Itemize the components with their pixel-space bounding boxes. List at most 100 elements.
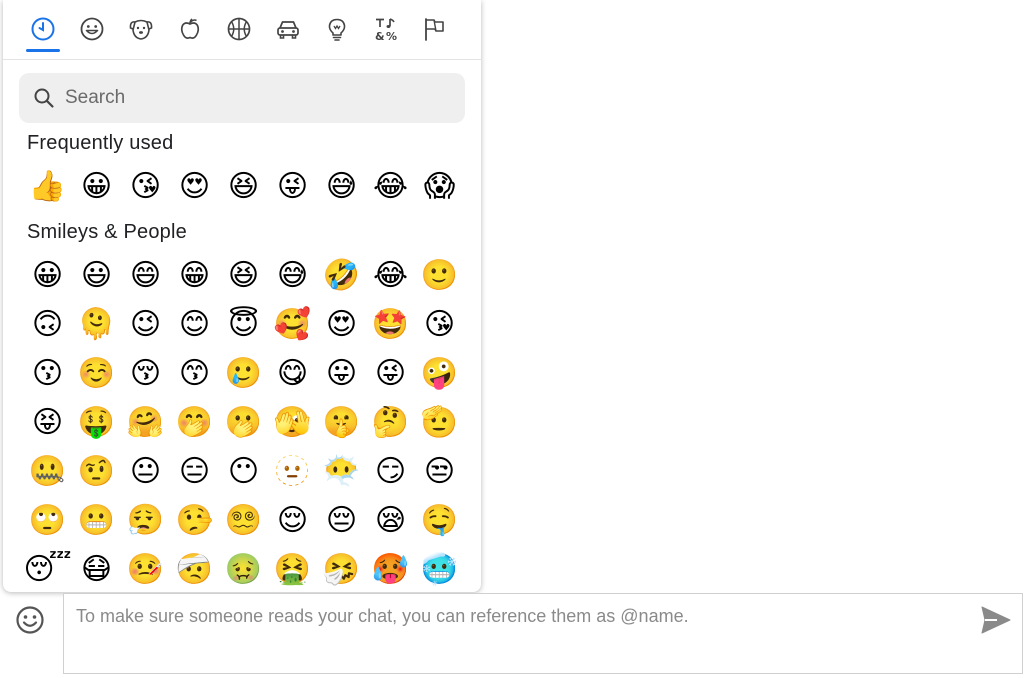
emoji-button[interactable]: 🤣 — [317, 251, 366, 300]
tab-objects[interactable] — [317, 12, 357, 50]
emoji-button[interactable]: 😮‍💨 — [121, 496, 170, 545]
emoji-button[interactable]: 😙 — [170, 349, 219, 398]
emoji-button[interactable]: 😇 — [219, 300, 268, 349]
emoji-button[interactable]: 😶‍🌫️ — [317, 447, 366, 496]
emoji-button[interactable]: 🫡 — [415, 398, 464, 447]
emoji-button[interactable]: 😍 — [170, 162, 219, 211]
emoji-button[interactable]: 😘 — [415, 300, 464, 349]
tab-activities[interactable] — [219, 12, 259, 50]
emoji-button[interactable]: 😘 — [121, 162, 170, 211]
emoji-button[interactable]: 🥵 — [366, 545, 415, 592]
emoji-search-box[interactable] — [19, 73, 465, 123]
emoji-button[interactable]: 🤭 — [170, 398, 219, 447]
emoji-button[interactable]: 🤩 — [366, 300, 415, 349]
emoji-button[interactable]: 🤑 — [72, 398, 121, 447]
emoji-button[interactable]: ☺️ — [72, 349, 121, 398]
emoji-button[interactable]: 😝 — [23, 398, 72, 447]
car-icon — [277, 21, 299, 39]
tab-animals[interactable] — [121, 12, 161, 50]
emoji-button[interactable]: 😊 — [170, 300, 219, 349]
emoji-search-input[interactable] — [63, 82, 447, 114]
chat-compose-box[interactable] — [63, 593, 1023, 674]
tab-food[interactable] — [170, 12, 210, 50]
emoji-grid-frequently-used: 👍 😀 😘 😍 😆 😜 😅 😂 😱 — [23, 162, 481, 211]
tab-flags[interactable] — [415, 12, 455, 50]
emoji-button[interactable]: 😆 — [219, 162, 268, 211]
chat-message-input[interactable] — [74, 604, 968, 668]
emoji-button[interactable]: 😱 — [415, 162, 464, 211]
emoji-button[interactable]: 😋 — [268, 349, 317, 398]
emoji-button[interactable]: 🙄 — [23, 496, 72, 545]
emoji-button[interactable]: 😆 — [219, 251, 268, 300]
emoji-button[interactable]: 🤮 — [268, 545, 317, 592]
emoji-button[interactable]: 😚 — [121, 349, 170, 398]
symbols-icon: & % — [375, 18, 397, 42]
emoji-button[interactable]: 😵‍💫 — [219, 496, 268, 545]
emoji-button[interactable]: 🤧 — [317, 545, 366, 592]
emoji-button[interactable]: 😂 — [366, 162, 415, 211]
emoji-button[interactable]: 🫥 — [268, 447, 317, 496]
emoji-button[interactable]: 🙂 — [415, 251, 464, 300]
emoji-button[interactable]: 😍 — [317, 300, 366, 349]
lightbulb-icon — [328, 18, 346, 41]
emoji-button[interactable]: 🤕 — [170, 545, 219, 592]
emoji-button[interactable]: 🫣 — [268, 398, 317, 447]
emoji-button[interactable]: 🤗 — [121, 398, 170, 447]
tab-recent[interactable] — [23, 12, 63, 52]
emoji-button[interactable]: 😉 — [121, 300, 170, 349]
emoji-button[interactable]: 🤪 — [415, 349, 464, 398]
emoji-button[interactable]: 😀 — [72, 162, 121, 211]
emoji-button[interactable]: 😷 — [72, 545, 121, 592]
emoji-button[interactable]: 😀 — [23, 251, 72, 300]
emoji-button[interactable]: 🥶 — [415, 545, 464, 592]
emoji-button[interactable]: 🥰 — [268, 300, 317, 349]
emoji-button[interactable]: 😴 — [23, 545, 72, 592]
emoji-button[interactable]: 👍 — [23, 162, 72, 211]
emoji-button[interactable]: 😒 — [415, 447, 464, 496]
emoji-picker-toggle-icon[interactable] — [14, 604, 46, 636]
emoji-button[interactable]: 😪 — [366, 496, 415, 545]
emoji-button[interactable]: 🤥 — [170, 496, 219, 545]
emoji-button[interactable]: 😅 — [317, 162, 366, 211]
emoji-button[interactable]: 😗 — [23, 349, 72, 398]
emoji-button[interactable]: 😶 — [219, 447, 268, 496]
emoji-button[interactable]: 😃 — [72, 251, 121, 300]
emoji-button[interactable]: 😏 — [366, 447, 415, 496]
tab-smileys[interactable] — [72, 12, 112, 50]
emoji-button[interactable]: 😌 — [268, 496, 317, 545]
tab-symbols[interactable]: & % — [366, 12, 406, 50]
emoji-button[interactable]: 🤒 — [121, 545, 170, 592]
tab-travel[interactable] — [268, 12, 308, 50]
dog-face-icon — [129, 19, 153, 40]
emoji-button[interactable]: 😔 — [317, 496, 366, 545]
clock-icon — [31, 17, 55, 41]
flag-icon — [425, 18, 444, 41]
emoji-button[interactable]: 🤢 — [219, 545, 268, 592]
emoji-button[interactable]: 🤫 — [317, 398, 366, 447]
emoji-grid-smileys-people: 😀 😃 😄 😁 😆 😅 🤣 😂 🙂 🙃 🫠 😉 😊 😇 🥰 😍 🤩 😘 😗 ☺️ 😚 😙 🥲 😋 😛 😜 🤪 😝 🤑 🤗 🤭 🫢 🫣 🤫 🤔 🫡 🤐 🤨 😐… — [23, 251, 481, 592]
search-icon — [34, 88, 54, 108]
emoji-button[interactable]: 🫠 — [72, 300, 121, 349]
emoji-button[interactable]: 🤨 — [72, 447, 121, 496]
emoji-picker: & % Frequently used 👍😀😘😍😆😜😅😂😱 — [3, 0, 481, 592]
emoji-button[interactable]: 🤐 — [23, 447, 72, 496]
emoji-button[interactable]: 🤔 — [366, 398, 415, 447]
smiley-face-icon — [80, 17, 104, 41]
emoji-button[interactable]: 😄 — [121, 251, 170, 300]
emoji-button[interactable]: 😜 — [268, 162, 317, 211]
emoji-button[interactable]: 😬 — [72, 496, 121, 545]
emoji-button[interactable]: 🫢 — [219, 398, 268, 447]
emoji-button[interactable]: 🙃 — [23, 300, 72, 349]
emoji-button[interactable]: 😅 — [268, 251, 317, 300]
emoji-button[interactable]: 😐 — [121, 447, 170, 496]
emoji-button[interactable]: 🥲 — [219, 349, 268, 398]
emoji-button[interactable]: 😁 — [170, 251, 219, 300]
emoji-button[interactable]: 😛 — [317, 349, 366, 398]
chat-page: & % Frequently used 👍😀😘😍😆😜😅😂😱 — [0, 0, 1024, 678]
emoji-button[interactable]: 😜 — [366, 349, 415, 398]
emoji-button[interactable]: 😂 — [366, 251, 415, 300]
emoji-button[interactable]: 😑 — [170, 447, 219, 496]
emoji-button[interactable]: 🤤 — [415, 496, 464, 545]
section-title-frequently-used: Frequently used — [27, 132, 174, 154]
send-icon[interactable] — [980, 605, 1012, 635]
